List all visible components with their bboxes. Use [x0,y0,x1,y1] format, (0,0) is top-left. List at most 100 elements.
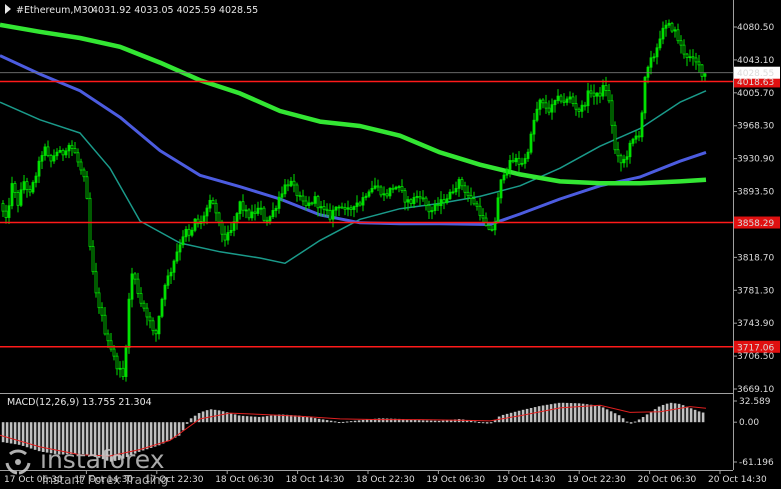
candle-body [190,229,194,236]
macd-histogram-bar [633,421,637,423]
candle-body [313,196,317,204]
macd-histogram-bar [201,411,205,423]
candle-body [52,155,56,162]
watermark-tagline: Instant Forex Trading [42,473,168,487]
candle [529,131,533,155]
candle-body [292,180,296,186]
candle-body [577,108,581,112]
candle [193,218,197,233]
macd-histogram-bar [569,403,573,423]
macd-histogram-bar [205,410,209,423]
candle-body [136,278,140,294]
candle-body [481,215,485,219]
time-axis-tick-label: 18 Oct 14:30 [286,475,345,485]
candle-body [115,355,119,370]
macd-histogram-bar [609,411,613,423]
candle-body [286,184,290,187]
candle-body [619,155,623,164]
candle-body [568,96,572,100]
candle-body [280,193,284,198]
macd-histogram-bar [561,402,565,423]
candle-body [601,85,605,97]
chart-canvas: 4018.633858.293717.064028.55 MACD(12,26,… [0,0,781,489]
candle-body [517,157,521,165]
candle-body [652,56,656,59]
macd-histogram-bar [441,420,445,423]
candle-body [211,199,215,204]
macd-histogram-bar [573,403,577,423]
candle-body [301,195,305,202]
candle-body [610,100,614,126]
candle-body [487,225,491,230]
macd-histogram-bar [525,408,529,423]
candle-body [73,148,77,154]
price-axis-tick-label: 4080.50 [737,23,774,33]
macd-histogram-bar [529,407,533,423]
candle-body [247,209,251,219]
candle-body [145,307,149,318]
price-axis-tick-label: 3930.90 [737,155,774,165]
candle-body [25,181,29,190]
candle-body [205,207,209,217]
candle [670,21,674,34]
candle-body [16,192,20,206]
candle-body [466,191,470,197]
candle-body [598,92,602,97]
candle-body [142,302,146,309]
watermark-brand: instaforex [40,445,165,474]
macd-histogram-bar [481,422,485,424]
candle [262,206,266,222]
candle-body [13,183,17,193]
candle-body [529,133,533,153]
price-axis-tick-label: 3706.50 [737,352,774,362]
candle-body [583,104,587,107]
candle-body [682,44,686,55]
candle-body [148,316,152,322]
candle-body [7,205,11,218]
macd-histogram-bar [301,416,305,423]
chart-ohlc: 4031.92 4033.05 4025.59 4028.55 [92,5,258,16]
candle-body [193,218,197,231]
candle-body [448,191,452,200]
candle-body [244,209,248,212]
candle-body [226,232,230,241]
macd-histogram-bar [649,411,653,423]
macd-histogram-bar [437,420,441,423]
candle-body [400,186,404,192]
macd-histogram-bar [565,402,569,423]
macd-histogram-bar [429,420,433,423]
candle-body [31,182,35,193]
macd-histogram-bar [593,405,597,423]
time-axis-tick-label: 19 Oct 06:30 [426,475,485,485]
candle-body [325,208,329,211]
candle [127,292,131,354]
candle-body [334,206,338,211]
macd-histogram-bar [1,422,5,443]
macd-histogram-bar [629,422,633,424]
macd-histogram-bar [533,407,537,423]
macd-histogram-bar [521,409,525,423]
candle-body [649,57,653,68]
macd-histogram-bar [161,422,165,444]
candle-body [37,160,41,177]
macd-histogram-bar [189,418,193,423]
candle-body [439,199,443,207]
candle-body [478,205,482,216]
macd-histogram-bar [605,409,609,423]
candle-body [124,347,128,377]
candle-body [376,185,380,188]
candle-body [184,228,188,238]
candle-body [298,195,302,198]
macd-histogram-bar [253,416,257,423]
candle-body [274,208,278,211]
macd-histogram-bar [597,405,601,423]
candle-body [658,38,662,49]
candle [160,297,164,319]
candle-body [505,169,509,176]
candle-body [388,187,392,197]
candle-body [328,210,332,220]
candle-body [307,202,311,207]
candle-body [508,160,512,170]
candle-body [79,161,83,171]
candle-body [106,333,110,342]
